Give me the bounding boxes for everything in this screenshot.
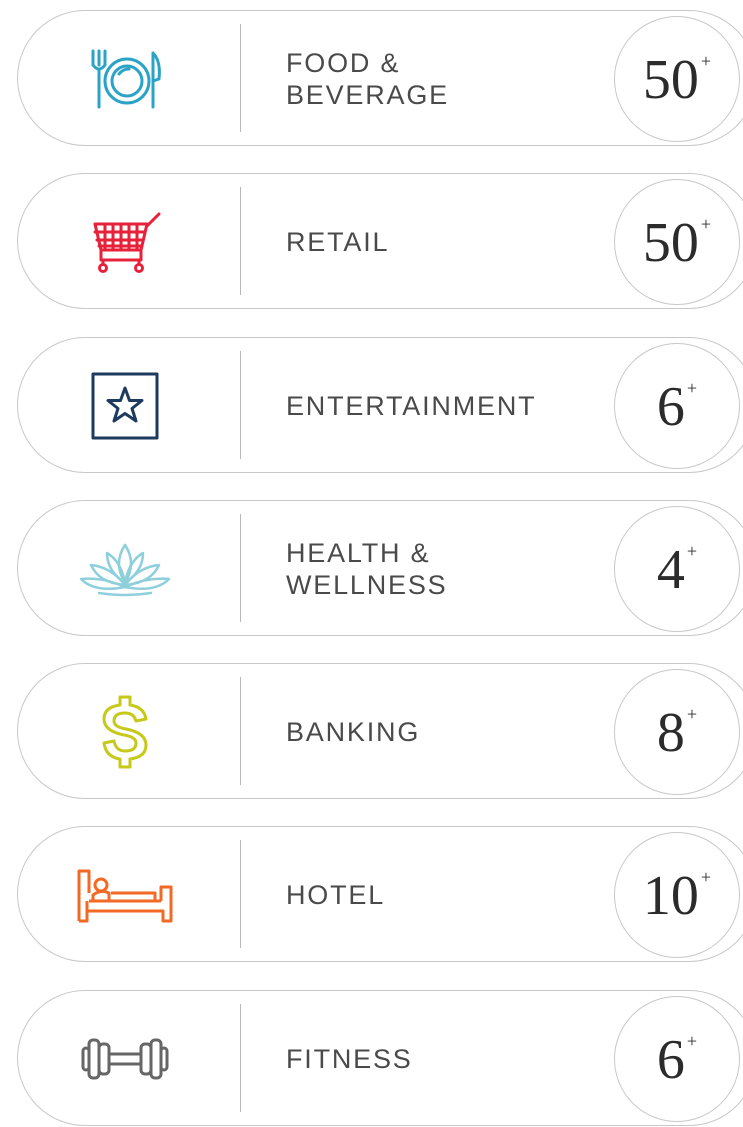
plate-fork-knife-icon	[80, 35, 170, 123]
category-label: HOTEL	[286, 827, 606, 963]
shopping-cart-icon	[80, 198, 170, 286]
category-card-fitness[interactable]: FITNESS 6 +	[17, 990, 743, 1126]
divider	[240, 514, 241, 622]
category-label: BANKING	[286, 664, 606, 800]
category-label: RETAIL	[286, 174, 606, 310]
bed-icon	[77, 851, 173, 939]
category-label-line-1: HEALTH &	[286, 538, 431, 568]
category-card-health-wellness[interactable]: HEALTH & WELLNESS 4 +	[17, 500, 743, 636]
count-value: 8	[656, 702, 685, 764]
category-list: FOOD & BEVERAGE 50 + RETAIL 50 + ENTERTA…	[0, 0, 743, 1126]
category-label-line-1: FITNESS	[286, 1044, 413, 1074]
count-badge: 50 +	[614, 179, 740, 305]
count-value: 50	[642, 49, 699, 111]
count-plus: +	[686, 1031, 698, 1051]
divider	[240, 677, 241, 785]
category-label-line-1: BANKING	[286, 717, 421, 747]
category-card-banking[interactable]: BANKING 8 +	[17, 663, 743, 799]
category-label: ENTERTAINMENT	[286, 338, 606, 474]
lotus-icon	[79, 525, 171, 613]
count-badge: 6 +	[614, 996, 740, 1122]
divider	[240, 1004, 241, 1112]
category-label: HEALTH & WELLNESS	[286, 501, 606, 637]
count-value: 10	[642, 865, 699, 927]
divider	[240, 24, 241, 132]
category-card-entertainment[interactable]: ENTERTAINMENT 6 +	[17, 337, 743, 473]
count-badge: 6 +	[614, 343, 740, 469]
category-label-line-1: FOOD &	[286, 48, 401, 78]
count-value: 50	[642, 212, 699, 274]
category-label-line-1: ENTERTAINMENT	[286, 391, 537, 421]
count-plus: +	[686, 378, 698, 398]
category-card-hotel[interactable]: HOTEL 10 +	[17, 826, 743, 962]
category-label-line-2: WELLNESS	[286, 570, 448, 600]
category-label: FITNESS	[286, 991, 606, 1127]
count-plus: +	[700, 51, 712, 71]
count-plus: +	[686, 541, 698, 561]
divider	[240, 351, 241, 459]
count-badge: 8 +	[614, 669, 740, 795]
count-value: 6	[656, 376, 685, 438]
count-plus: +	[700, 214, 712, 234]
star-icon	[80, 362, 170, 450]
category-card-food-beverage[interactable]: FOOD & BEVERAGE 50 +	[17, 10, 743, 146]
count-value: 6	[656, 1029, 685, 1091]
divider	[240, 187, 241, 295]
category-label: FOOD & BEVERAGE	[286, 11, 606, 147]
category-label-line-2: BEVERAGE	[286, 80, 449, 110]
count-plus: +	[700, 867, 712, 887]
count-value: 4	[656, 539, 685, 601]
category-card-retail[interactable]: RETAIL 50 +	[17, 173, 743, 309]
dollar-sign-icon	[80, 688, 170, 776]
count-badge: 4 +	[614, 506, 740, 632]
count-badge: 50 +	[614, 16, 740, 142]
dumbbell-icon	[80, 1015, 170, 1103]
count-badge: 10 +	[614, 832, 740, 958]
category-label-line-1: HOTEL	[286, 880, 386, 910]
divider	[240, 840, 241, 948]
count-plus: +	[686, 704, 698, 724]
category-label-line-1: RETAIL	[286, 227, 390, 257]
